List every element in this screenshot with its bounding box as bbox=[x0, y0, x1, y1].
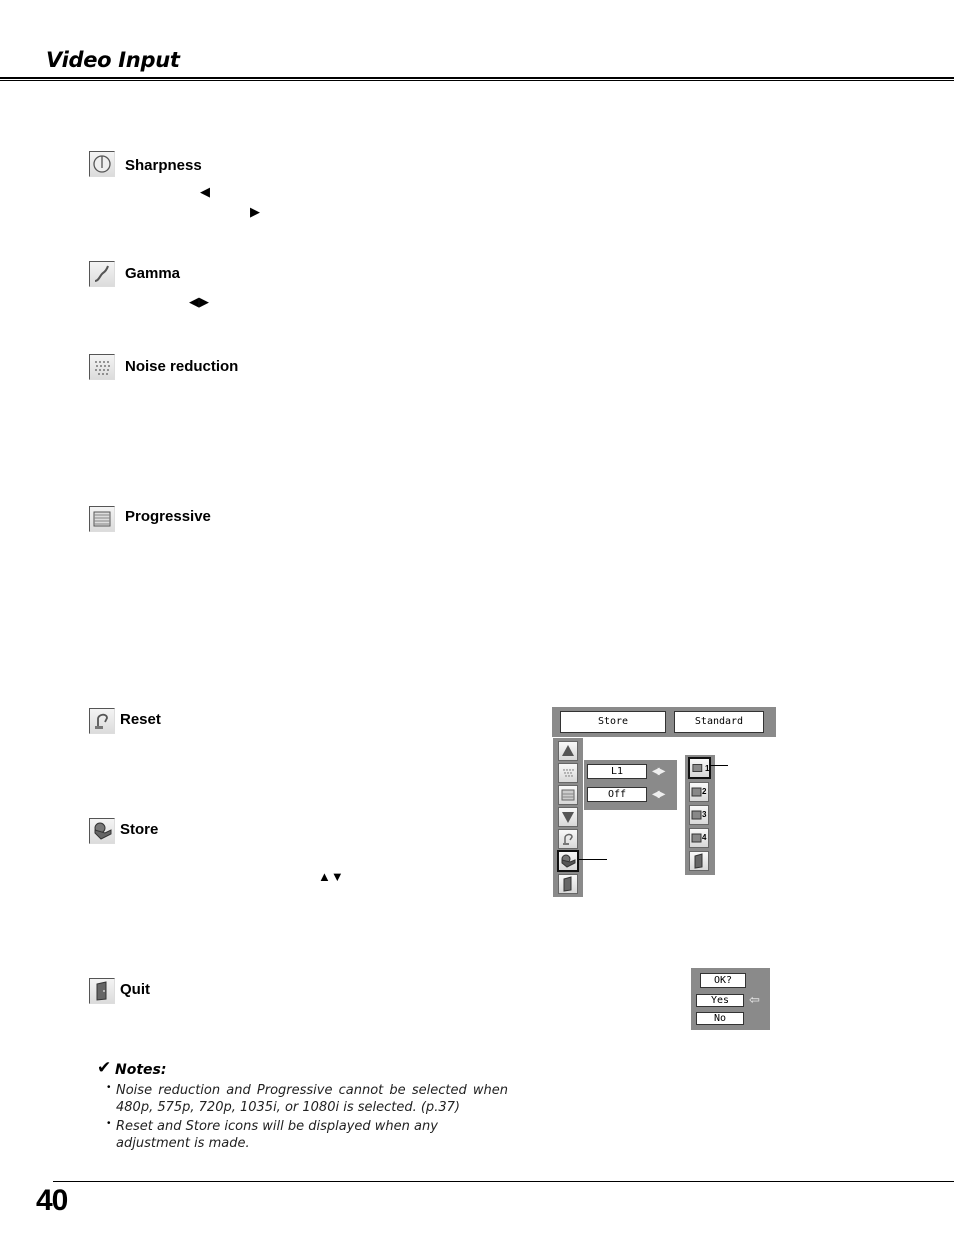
store-icon bbox=[89, 818, 115, 844]
progressive-icon[interactable] bbox=[558, 785, 578, 805]
quit-prompt: OK? bbox=[700, 973, 746, 988]
left-arrow-icon: ◀ bbox=[200, 184, 210, 199]
slot-2-label: 2 bbox=[702, 787, 707, 796]
osd-store-title-bar: Store Standard bbox=[552, 707, 776, 737]
osd-quit-dialog: OK? Yes ⇦ No bbox=[691, 968, 770, 1030]
osd-values-panel: L1 ◀▶ Off ◀▶ bbox=[584, 760, 677, 810]
up-arrow-icon[interactable] bbox=[558, 741, 578, 761]
reset-heading: Reset bbox=[120, 711, 161, 728]
header-rule bbox=[0, 77, 954, 79]
slot-3-label: 3 bbox=[702, 810, 707, 819]
store-heading: Store bbox=[120, 821, 159, 838]
page-title: Video Input bbox=[46, 48, 180, 72]
gamma-heading: Gamma bbox=[125, 265, 181, 282]
osd-store-slots-bar: 1 2 3 4 bbox=[685, 755, 715, 875]
progressive-icon bbox=[89, 506, 115, 532]
quit-icon[interactable] bbox=[558, 874, 578, 894]
noise-reduction-icon bbox=[89, 354, 115, 380]
osd-menu-name: Store bbox=[560, 711, 666, 733]
noise-reduction-heading: Noise reduction bbox=[125, 358, 239, 375]
callout-line-store bbox=[579, 859, 607, 860]
gamma-icon bbox=[89, 261, 115, 287]
reset-icon bbox=[89, 708, 115, 734]
yes-button[interactable]: Yes bbox=[696, 994, 744, 1007]
quit-icon[interactable] bbox=[689, 851, 709, 871]
slot-4-label: 4 bbox=[702, 833, 707, 842]
sharpness-heading: Sharpness bbox=[125, 157, 202, 174]
quit-icon bbox=[89, 978, 115, 1004]
progressive-value[interactable]: Off bbox=[587, 787, 647, 802]
slot-1-label: 1 bbox=[705, 764, 710, 773]
reset-icon[interactable] bbox=[558, 829, 578, 849]
store-slot-1[interactable]: 1 bbox=[688, 757, 711, 779]
footer-rule bbox=[53, 1181, 954, 1182]
up-down-arrows-icon: ▲▼ bbox=[318, 869, 344, 884]
note-item: Reset and Store icons will be displayed … bbox=[116, 1119, 438, 1151]
note-item: Noise reduction and Progressive cannot b… bbox=[116, 1083, 508, 1115]
page-number: 40 bbox=[36, 1184, 68, 1217]
noise-reduction-icon[interactable] bbox=[558, 763, 578, 783]
callout-line-slot bbox=[710, 765, 728, 766]
osd-picture-mode: Standard bbox=[674, 711, 764, 733]
noise-reduction-adjust-arrows[interactable]: ◀▶ bbox=[652, 766, 665, 777]
check-icon: ✔ bbox=[97, 1058, 112, 1077]
quit-heading: Quit bbox=[120, 981, 150, 998]
progressive-heading: Progressive bbox=[125, 508, 211, 525]
pointer-arrow-icon: ⇦ bbox=[749, 992, 760, 1007]
store-slot-4[interactable]: 4 bbox=[689, 828, 709, 848]
bullet: • bbox=[107, 1118, 111, 1129]
sharpness-icon bbox=[89, 151, 115, 177]
noise-reduction-value[interactable]: L1 bbox=[587, 764, 647, 779]
progressive-adjust-arrows[interactable]: ◀▶ bbox=[652, 789, 665, 800]
store-slot-3[interactable]: 3 bbox=[689, 805, 709, 825]
no-button[interactable]: No bbox=[696, 1012, 744, 1025]
store-icon[interactable] bbox=[557, 850, 579, 872]
osd-left-icon-bar bbox=[553, 738, 583, 897]
right-arrow-icon: ▶ bbox=[250, 204, 260, 219]
notes-title: Notes: bbox=[115, 1062, 167, 1078]
store-slot-2[interactable]: 2 bbox=[689, 782, 709, 802]
left-right-arrows-icon: ◀▶ bbox=[189, 294, 209, 309]
header-rule-thin bbox=[0, 80, 954, 81]
down-arrow-icon[interactable] bbox=[558, 807, 578, 827]
bullet: • bbox=[107, 1082, 111, 1093]
